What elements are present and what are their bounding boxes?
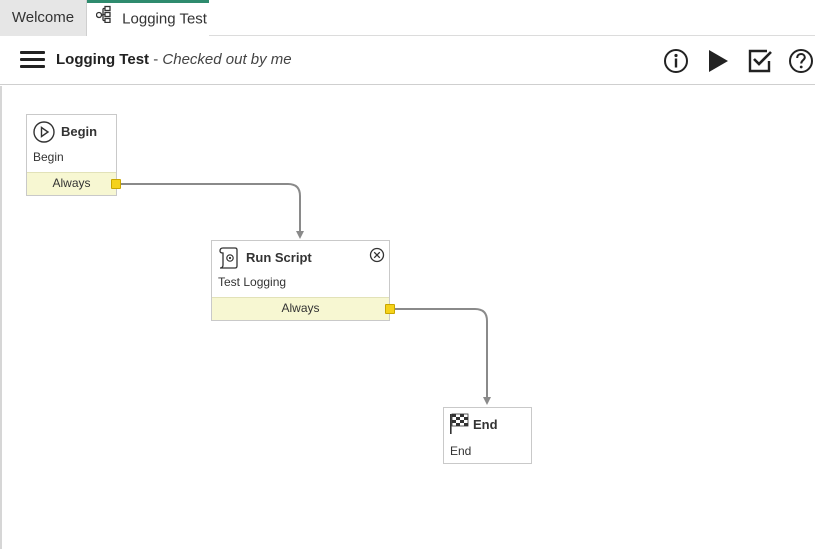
begin-subtitle: Begin: [33, 150, 64, 164]
run-script-subtitle: Test Logging: [218, 275, 287, 289]
begin-condition-label: Always: [52, 176, 91, 190]
tab-bar: Welcome Logging Test: [0, 0, 815, 36]
run-script-title: Run Script: [246, 250, 312, 265]
workflow-icon: [95, 3, 114, 34]
connector-begin-to-run-script: [120, 183, 301, 236]
info-icon[interactable]: [662, 47, 690, 75]
begin-title: Begin: [61, 124, 98, 139]
begin-condition: Always: [27, 172, 116, 195]
tab-welcome-label: Welcome: [11, 9, 75, 26]
checkered-flag-icon: [449, 413, 469, 440]
workflow-header: Logging Test - Checked out by me: [0, 36, 815, 85]
end-activity[interactable]: End End: [443, 407, 532, 464]
arrowhead: [483, 397, 491, 405]
tab-welcome[interactable]: Welcome: [0, 0, 87, 36]
play-circle-icon: [33, 121, 55, 148]
workflow-name: Logging Test: [56, 51, 150, 68]
script-icon: [218, 246, 240, 275]
help-icon[interactable]: [787, 47, 815, 75]
checkout-status: Checked out by me: [162, 51, 292, 68]
hamburger-menu-icon[interactable]: [20, 51, 45, 71]
title-separator: -: [149, 51, 163, 68]
tab-logging-test-label: Logging Test: [122, 10, 207, 28]
workflow-canvas[interactable]: Begin Begin Always Run Script Test Loggi…: [0, 86, 815, 549]
end-subtitle: End: [450, 444, 472, 458]
end-title: End: [473, 417, 498, 432]
begin-activity[interactable]: Begin Begin Always: [26, 114, 117, 196]
run-script-condition: Always: [212, 297, 389, 320]
close-icon[interactable]: [369, 247, 385, 268]
connector-run-script-to-end: [394, 308, 488, 402]
run-script-activity[interactable]: Run Script Test Logging Always: [211, 240, 390, 321]
connector-lines: [120, 183, 491, 405]
tab-logging-test[interactable]: Logging Test: [87, 0, 209, 36]
page-title: Logging Test - Checked out by me: [56, 51, 292, 69]
play-icon[interactable]: [704, 47, 732, 75]
arrowhead: [296, 231, 304, 239]
run-script-condition-label: Always: [281, 301, 320, 315]
checkbox-icon[interactable]: [746, 47, 774, 75]
run-script-exit-port[interactable]: [385, 304, 395, 314]
begin-exit-port[interactable]: [111, 179, 121, 189]
